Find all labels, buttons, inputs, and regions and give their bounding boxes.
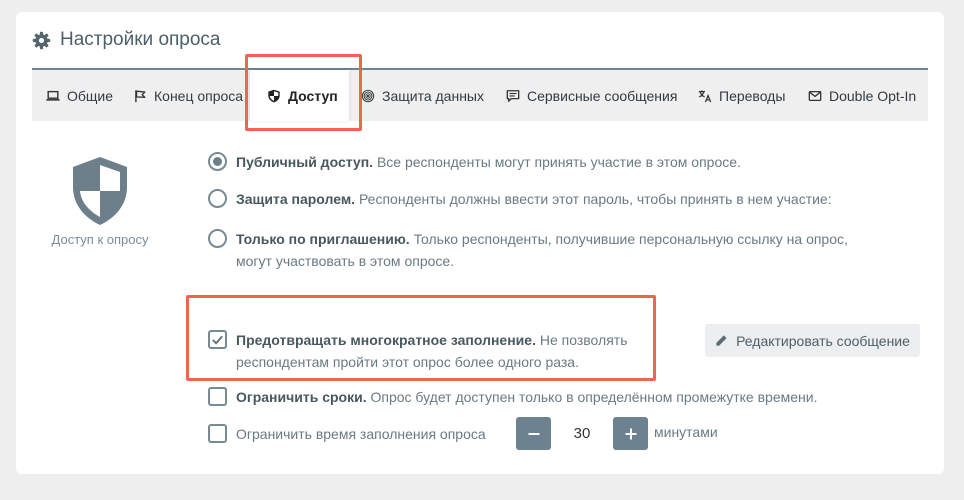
option-text: Публичный доступ. Все респонденты могут … (236, 154, 741, 170)
radio-public[interactable] (208, 152, 227, 171)
fingerprint-icon (361, 89, 375, 102)
access-option-password[interactable]: Защита паролем. Респонденты должны ввест… (208, 188, 832, 210)
tab-label: Конец опроса (154, 87, 244, 104)
tab-service-messages[interactable]: Сервисные сообщения (506, 70, 677, 121)
minus-icon (528, 432, 539, 435)
tab-label: Сервисные сообщения (527, 87, 678, 104)
tab-label: Double Opt-In (829, 87, 917, 104)
tab-label: Общие (67, 87, 114, 104)
tab-data-protection[interactable]: Защита данных (361, 70, 484, 121)
limit-dates-checkbox[interactable] (208, 387, 227, 406)
increment-button[interactable] (613, 417, 648, 450)
access-sidebar: Доступ к опросу (40, 155, 160, 247)
access-option-invite[interactable]: Только по приглашению. Только респондент… (208, 228, 848, 272)
tab-label: Защита данных (382, 87, 484, 104)
flag-icon (135, 89, 146, 102)
time-unit-label: минутами (654, 424, 718, 440)
checkmark-icon (212, 335, 223, 345)
envelope-icon (808, 90, 822, 101)
access-option-public[interactable]: Публичный доступ. Все респонденты могут … (208, 151, 741, 173)
tab-bar: Общие Конец опроса Доступ Защита данных … (32, 68, 928, 121)
prevent-multiple-checkbox[interactable] (208, 330, 227, 349)
plus-icon (625, 428, 636, 439)
option-text: Предотвращать многократное заполнение. Н… (236, 332, 628, 370)
limit-time-checkbox[interactable] (208, 424, 227, 443)
tab-translations[interactable]: Переводы (698, 70, 785, 121)
tab-general[interactable]: Общие (46, 70, 113, 121)
option-text: Защита паролем. Респонденты должны ввест… (236, 191, 832, 207)
option-text: Только по приглашению. Только респондент… (236, 231, 848, 269)
pencil-icon (716, 335, 727, 346)
message-icon (506, 89, 520, 102)
translate-icon (698, 89, 712, 102)
page-title: Настройки опроса (32, 27, 221, 53)
tab-label: Доступ (288, 87, 338, 104)
time-limit-value[interactable]: 30 (551, 417, 613, 450)
prevent-multiple-option[interactable]: Предотвращать многократное заполнение. Н… (208, 329, 628, 373)
shield-icon (73, 157, 127, 225)
tab-survey-end[interactable]: Конец опроса (133, 70, 243, 121)
limit-time-option[interactable]: Ограничить время заполнения опроса (208, 423, 486, 445)
tab-label: Переводы (719, 87, 786, 104)
limit-time-label: Ограничить время заполнения опроса (236, 426, 486, 442)
limit-dates-option[interactable]: Ограничить сроки. Опрос будет доступен т… (208, 386, 817, 408)
edit-message-button[interactable]: Редактировать сообщение (705, 324, 920, 357)
gear-icon (32, 31, 51, 49)
access-sidebar-label: Доступ к опросу (51, 232, 149, 247)
radio-password[interactable] (208, 189, 227, 208)
option-text: Ограничить сроки. Опрос будет доступен т… (236, 389, 818, 405)
shield-icon (268, 89, 280, 102)
edit-message-label: Редактировать сообщение (736, 332, 910, 349)
tab-double-opt-in[interactable]: Double Opt-In (808, 70, 916, 121)
radio-invite[interactable] (208, 229, 227, 248)
decrement-button[interactable] (516, 417, 551, 450)
page-title-text: Настройки опроса (60, 29, 221, 50)
tab-access[interactable]: Доступ (250, 70, 349, 121)
laptop-icon (46, 90, 60, 101)
